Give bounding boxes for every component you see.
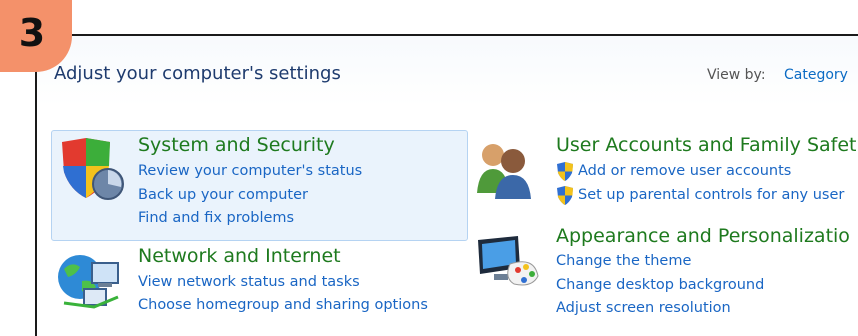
view-by-label: View by: xyxy=(707,67,766,83)
link-network-status[interactable]: View network status and tasks xyxy=(138,274,360,290)
shield-icon xyxy=(62,138,124,200)
link-add-remove-users[interactable]: Add or remove user accounts xyxy=(578,163,791,179)
page-title: Adjust your computer's settings xyxy=(54,63,341,84)
user-accounts-title[interactable]: User Accounts and Family Safet xyxy=(556,134,857,156)
network-globe-icon xyxy=(58,255,119,309)
monitor-palette-icon xyxy=(478,236,539,286)
network-title[interactable]: Network and Internet xyxy=(138,245,341,267)
link-screen-resolution[interactable]: Adjust screen resolution xyxy=(556,300,731,316)
view-by: View by: Category xyxy=(707,67,848,83)
link-homegroup[interactable]: Choose homegroup and sharing options xyxy=(138,297,428,313)
appearance-title[interactable]: Appearance and Personalizatio xyxy=(556,225,850,247)
link-change-theme[interactable]: Change the theme xyxy=(556,253,691,269)
users-icon xyxy=(477,144,531,199)
system-security-title[interactable]: System and Security xyxy=(138,134,335,156)
step-badge: 3 xyxy=(0,0,72,72)
link-backup[interactable]: Back up your computer xyxy=(138,187,308,203)
link-review-status[interactable]: Review your computer's status xyxy=(138,163,362,179)
step-number: 3 xyxy=(18,11,46,55)
uac-shield-icon xyxy=(557,186,573,205)
link-fix-problems[interactable]: Find and fix problems xyxy=(138,210,294,226)
uac-shield-icon xyxy=(557,162,573,181)
view-by-dropdown[interactable]: Category xyxy=(784,67,848,83)
link-parental-controls[interactable]: Set up parental controls for any user xyxy=(578,187,844,203)
link-desktop-background[interactable]: Change desktop background xyxy=(556,277,764,293)
